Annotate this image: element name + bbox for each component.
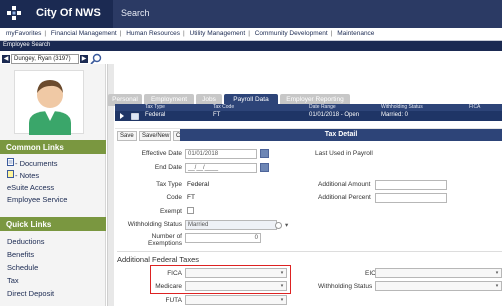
menu-item-human-resources[interactable]: Human Resources <box>126 30 180 37</box>
col-fica[interactable]: FICA <box>469 104 480 110</box>
tax-grid-header: Tax Type Tax Code Date Range Withholding… <box>115 104 502 111</box>
divider <box>117 251 502 252</box>
exempt-label: Exempt <box>159 208 182 215</box>
exemptions-field[interactable]: 0 <box>185 233 261 243</box>
edit-icon[interactable] <box>131 113 139 120</box>
eic-select[interactable]: ▾ <box>375 268 502 278</box>
additional-percent-label: Additional Percent <box>318 194 371 201</box>
main-menu-bar: myFavorites | Financial Management | Human… <box>0 28 502 41</box>
prev-employee-button[interactable]: ◀ <box>2 55 10 63</box>
menu-item-community-development[interactable]: Community Development <box>255 30 328 37</box>
additional-federal-taxes-title: Additional Federal Taxes <box>117 255 199 264</box>
fica-select[interactable]: ▾ <box>185 268 287 278</box>
effective-date-label: Effective Date <box>141 150 182 157</box>
row-arrow-icon <box>120 113 124 119</box>
eic-withholding-status-label: Withholding Status <box>318 283 373 290</box>
chevron-down-icon: ▾ <box>495 283 499 289</box>
employee-avatar-icon <box>29 80 71 135</box>
sidebar-link-notes[interactable]: - Notes <box>15 171 39 180</box>
eic-withholding-status-select[interactable]: ▾ <box>375 281 502 291</box>
table-row[interactable]: Federal FT 01/01/2018 - Open Married: 0 <box>115 111 502 121</box>
menu-item-financial-management[interactable]: Financial Management <box>51 30 117 37</box>
tax-detail-title: Tax Detail <box>180 129 502 141</box>
row-date-range: 01/01/2018 - Open <box>309 112 360 118</box>
sidebar-link-deductions[interactable]: Deductions <box>7 237 45 246</box>
common-links-header: Common Links <box>0 140 106 154</box>
medicare-label: Medicare <box>155 283 182 290</box>
global-search-field[interactable]: Search <box>113 0 502 28</box>
save-button[interactable]: Save <box>117 131 137 141</box>
menu-item-myfavorites[interactable]: myFavorites <box>6 30 41 37</box>
end-date-field[interactable]: __/__/____ <box>185 163 257 173</box>
chevron-down-icon: ▾ <box>280 297 284 303</box>
top-header: City Of NWS Search <box>0 0 502 28</box>
tax-type-label: Tax Type <box>156 181 182 188</box>
sidebar-link-benefits[interactable]: Benefits <box>7 250 34 259</box>
sidebar-link-employee-service[interactable]: Employee Service <box>7 195 67 204</box>
employee-select[interactable]: Dungey, Ryan (3197) <box>11 54 79 64</box>
withholding-status-label: Withholding Status <box>127 221 182 228</box>
tax-type-value: Federal <box>187 181 210 188</box>
chevron-down-icon: ▾ <box>280 270 284 276</box>
chevron-down-icon[interactable]: ▾ <box>285 221 288 229</box>
additional-amount-field[interactable] <box>375 180 447 190</box>
col-withholding-status[interactable]: Withholding Status <box>381 104 423 110</box>
save-new-button[interactable]: Save/New <box>139 131 171 141</box>
exempt-checkbox[interactable] <box>187 207 194 214</box>
fica-label: FICA <box>167 270 182 277</box>
employee-photo <box>14 70 84 135</box>
sidebar-link-direct-deposit[interactable]: Direct Deposit <box>7 289 54 298</box>
chevron-down-icon: ▾ <box>280 283 284 289</box>
exemptions-label-line2: Exemptions <box>148 240 182 247</box>
last-used-in-payroll-label: Last Used in Payroll <box>315 150 373 157</box>
sidebar-link-schedule[interactable]: Schedule <box>7 263 38 272</box>
col-tax-type[interactable]: Tax Type <box>145 104 165 110</box>
chevron-down-icon: ▾ <box>495 270 499 276</box>
row-tax-code: FT <box>213 112 221 118</box>
sidebar-link-documents[interactable]: - Documents <box>15 159 58 168</box>
end-date-label: End Date <box>154 164 182 171</box>
additional-amount-label: Additional Amount <box>318 181 371 188</box>
document-icon <box>7 158 14 166</box>
effective-date-field[interactable]: 01/01/2018 <box>185 149 257 159</box>
code-value: FT <box>187 194 195 201</box>
tax-detail-form: Effective Date 01/01/2018 Last Used in P… <box>115 141 502 306</box>
col-date-range[interactable]: Date Range <box>309 104 336 110</box>
clear-icon[interactable] <box>275 222 282 229</box>
medicare-select[interactable]: ▾ <box>185 281 287 291</box>
left-sidebar: Common Links - Documents - Notes eSuite … <box>0 64 106 306</box>
menu-item-utility-management[interactable]: Utility Management <box>190 30 246 37</box>
employee-selector: ◀ Dungey, Ryan (3197) ▶ <box>0 53 104 65</box>
exemptions-label-line1: Number of <box>151 233 182 240</box>
code-label: Code <box>166 194 182 201</box>
quick-links-header: Quick Links <box>0 217 106 231</box>
withholding-status-select[interactable]: Married <box>185 220 277 230</box>
sidebar-link-esuite-access[interactable]: eSuite Access <box>7 183 54 192</box>
employee-search-label: Employee Search <box>0 41 502 51</box>
sidebar-link-tax[interactable]: Tax <box>7 276 19 285</box>
futa-select[interactable]: ▾ <box>185 295 287 305</box>
col-tax-code[interactable]: Tax Code <box>213 104 234 110</box>
row-tax-type: Federal <box>145 112 166 118</box>
row-withholding-status: Married: 0 <box>381 112 409 118</box>
menu-item-maintenance[interactable]: Maintenance <box>337 30 374 37</box>
note-icon <box>7 170 14 178</box>
app-brand-title: City Of NWS <box>36 7 101 19</box>
calendar-icon[interactable] <box>260 163 269 172</box>
futa-label: FUTA <box>165 297 183 304</box>
city-logo-icon <box>7 6 21 20</box>
calendar-icon[interactable] <box>260 149 269 158</box>
next-employee-button[interactable]: ▶ <box>80 55 88 63</box>
additional-percent-field[interactable] <box>375 193 447 203</box>
